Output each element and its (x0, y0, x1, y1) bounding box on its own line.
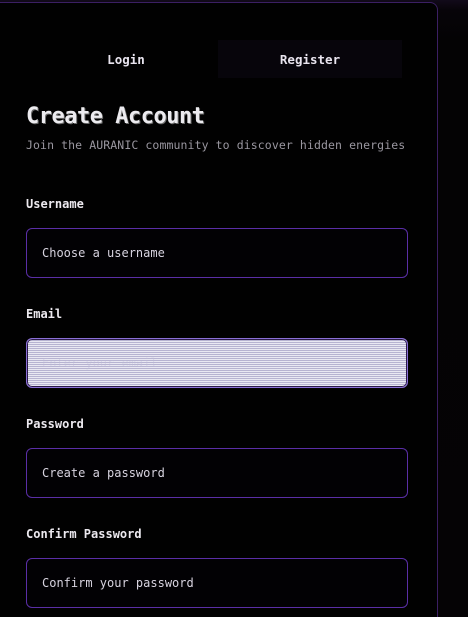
tab-register[interactable]: Register (218, 40, 402, 78)
auth-card (0, 2, 438, 617)
username-placeholder: Choose a username (42, 246, 165, 260)
confirm-password-placeholder: Confirm your password (42, 576, 194, 590)
email-label: Email (26, 307, 63, 321)
page-title: Create Account (26, 104, 205, 129)
auth-tabs: Login Register (34, 40, 402, 78)
username-label: Username (26, 197, 84, 211)
confirm-password-field[interactable]: Confirm your password (26, 558, 408, 608)
confirm-password-label: Confirm Password (26, 527, 142, 541)
page-subtitle: Join the AURANIC community to discover h… (26, 138, 406, 152)
email-field[interactable]: Enter your email (26, 338, 408, 388)
password-placeholder: Create a password (42, 466, 165, 480)
tab-login[interactable]: Login (34, 40, 218, 78)
username-field[interactable]: Choose a username (26, 228, 408, 278)
email-placeholder: Enter your email (42, 356, 158, 370)
page: Login Register Create Account Join the A… (0, 0, 468, 617)
password-label: Password (26, 417, 84, 431)
password-field[interactable]: Create a password (26, 448, 408, 498)
